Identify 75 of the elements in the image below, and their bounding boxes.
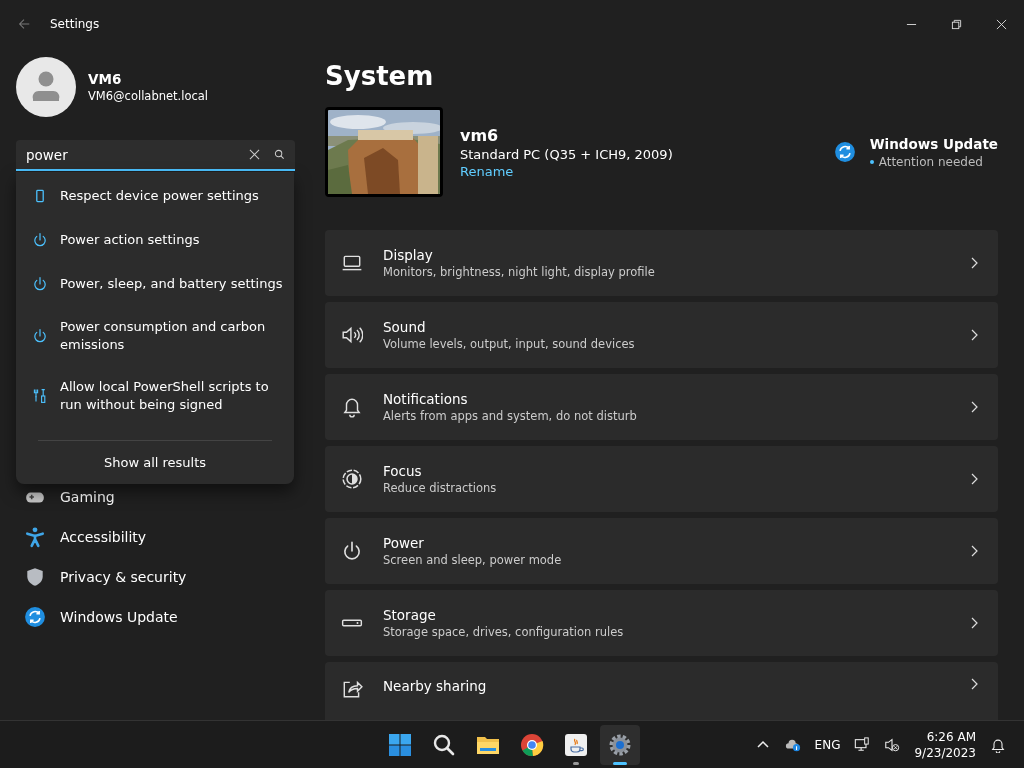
power-icon	[32, 276, 48, 292]
tools-icon	[32, 388, 48, 404]
search-result[interactable]: Allow local PowerShell scripts to run without being signed	[16, 366, 294, 426]
card-title: Sound	[383, 319, 427, 335]
update-status: Attention needed	[878, 154, 983, 169]
coffee-cup-icon	[564, 733, 588, 757]
search-result[interactable]: Power, sleep, and battery settings	[16, 262, 294, 306]
status-dot-icon	[869, 159, 874, 164]
search-field[interactable]: power	[16, 140, 295, 171]
card-title: Storage	[383, 607, 437, 623]
clock[interactable]: 6:26 AM 9/23/2023	[914, 728, 976, 761]
card-title: Power	[383, 535, 425, 551]
network-icon[interactable]	[854, 736, 871, 753]
card-subtitle: Monitors, brightness, night light, display profile	[383, 265, 655, 279]
device-name: vm6	[460, 125, 500, 145]
page-title: System	[325, 60, 435, 93]
search-icon	[432, 733, 456, 757]
search-result[interactable]: Power consumption and carbon emissions	[16, 306, 294, 366]
account-name: VM6	[88, 71, 123, 87]
share-icon	[341, 678, 363, 700]
chevron-icon	[970, 473, 978, 485]
card-subtitle: Screen and sleep, power mode	[383, 553, 562, 567]
chevron-icon	[970, 617, 978, 629]
sync-icon	[833, 141, 856, 163]
sidebar-item[interactable]: Accessibility	[16, 517, 309, 557]
taskbar-app[interactable]	[600, 725, 640, 765]
update-title: Windows Update	[869, 135, 998, 152]
settings-card[interactable]: Nearby sharing	[325, 662, 998, 720]
settings-card[interactable]: Storage Storage space, drives, configuration rules	[325, 590, 998, 656]
account-email: VM6@collabnet.local	[88, 89, 209, 103]
settings-card[interactable]: Display Monitors, brightness, night light, display profile	[325, 230, 998, 296]
chevron-icon	[970, 329, 978, 341]
language-indicator[interactable]: ENG	[814, 737, 841, 752]
power-icon	[32, 232, 48, 248]
search-result[interactable]: Power action settings	[16, 218, 294, 262]
device-model: Standard PC (Q35 + ICH9, 2009)	[460, 146, 673, 162]
chevron-icon	[970, 257, 978, 269]
accessibility-icon	[24, 526, 46, 548]
search-result[interactable]: Respect device power settings	[16, 174, 294, 218]
speaker-icon	[341, 324, 363, 346]
clear-icon[interactable]	[249, 149, 260, 160]
settings-card[interactable]: Sound Volume levels, output, input, sound devices	[325, 302, 998, 368]
chevron-icon	[970, 678, 978, 690]
settings-card[interactable]: Notifications Alerts from apps and system, do not disturb	[325, 374, 998, 440]
power-icon	[341, 540, 363, 562]
power-icon	[32, 328, 48, 344]
bell-icon	[341, 396, 363, 418]
browser-icon	[520, 733, 544, 757]
sidebar-item[interactable]: Gaming	[16, 477, 309, 517]
card-title: Notifications	[383, 391, 469, 407]
rename-link[interactable]: Rename	[460, 163, 673, 179]
settings-card[interactable]: Power Screen and sleep, power mode	[325, 518, 998, 584]
settings-card[interactable]: Focus Reduce distractions	[325, 446, 998, 512]
sidebar-item[interactable]: Privacy & security	[16, 557, 309, 597]
card-subtitle: Storage space, drives, configuration rules	[383, 625, 624, 639]
card-subtitle: Alerts from apps and system, do not disturb	[383, 409, 637, 423]
window-title: Settings	[50, 17, 100, 31]
card-subtitle: Volume levels, output, input, sound devices	[383, 337, 635, 351]
back-arrow-icon[interactable]	[17, 17, 31, 31]
show-all-results-button[interactable]: Show all results	[95, 451, 215, 474]
shield-icon	[24, 566, 46, 588]
speaker-muted-icon[interactable]	[884, 736, 901, 753]
chevron-icon	[970, 401, 978, 413]
windows-logo-icon	[388, 733, 412, 757]
avatar	[16, 57, 76, 117]
card-title: Display	[383, 247, 434, 263]
card-subtitle: Reduce distractions	[383, 481, 497, 495]
card-title: Nearby sharing	[383, 678, 487, 694]
sidebar-item[interactable]: Windows Update	[16, 597, 309, 637]
gear-icon	[608, 733, 632, 757]
focus-icon	[341, 468, 363, 490]
card-title: Focus	[383, 463, 423, 479]
chevron-icon	[970, 545, 978, 557]
search-icon[interactable]	[274, 149, 285, 160]
sync-icon	[24, 606, 46, 628]
